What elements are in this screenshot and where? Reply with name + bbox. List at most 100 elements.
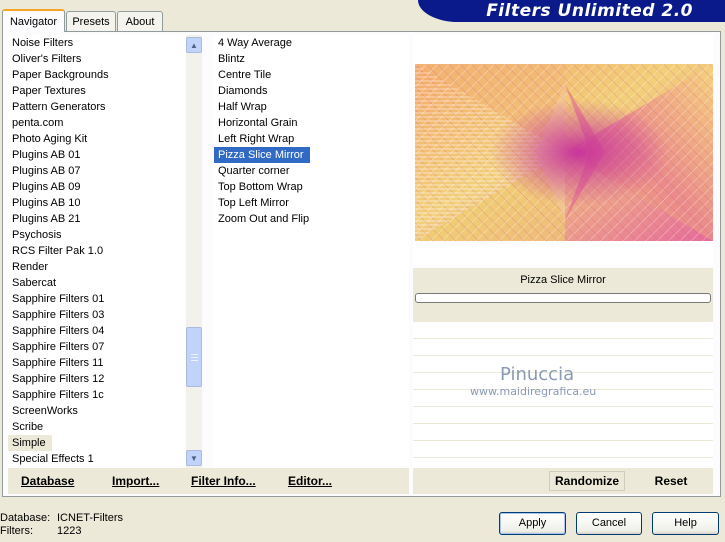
database-button[interactable]: Database	[21, 474, 74, 488]
list-row: Oliver's Filters	[8, 51, 186, 67]
list-item[interactable]: Special Effects 1	[8, 451, 186, 467]
filter-list[interactable]: 4 Way Average Blintz Centre Tile Diamonds Ha…	[214, 35, 409, 468]
status-database: Database: ICNET-Filters	[0, 512, 123, 525]
tab-navigator[interactable]: Navigator	[2, 9, 65, 32]
list-item[interactable]: Pizza Slice Mirror	[214, 147, 310, 163]
list-item[interactable]: Sapphire Filters 11	[8, 355, 186, 371]
list-item[interactable]: Sapphire Filters 04	[8, 323, 186, 339]
list-item[interactable]: Photo Aging Kit	[8, 131, 186, 147]
randomize-button[interactable]: Randomize	[549, 471, 625, 491]
list-item[interactable]: Plugins AB 01	[8, 147, 186, 163]
list-row: Pattern Generators	[8, 99, 186, 115]
preview-bottom-bar: Randomize Reset	[413, 468, 713, 494]
list-row: Top Left Mirror	[214, 195, 409, 211]
app-banner: Filters Unlimited 2.0	[418, 0, 725, 22]
list-item[interactable]: Quarter corner	[214, 163, 409, 179]
list-row: Sabercat	[8, 275, 186, 291]
list-item[interactable]: Horizontal Grain	[214, 115, 409, 131]
tab-presets[interactable]: Presets	[66, 11, 116, 31]
parameter-row	[413, 424, 713, 441]
list-item[interactable]: Top Bottom Wrap	[214, 179, 409, 195]
scroll-up-button[interactable]: ▲	[186, 37, 202, 53]
list-row: Horizontal Grain	[214, 115, 409, 131]
list-item[interactable]: ScreenWorks	[8, 403, 186, 419]
list-item[interactable]: Sapphire Filters 03	[8, 307, 186, 323]
list-item[interactable]: Sapphire Filters 07	[8, 339, 186, 355]
chevron-up-icon: ▲	[190, 40, 198, 50]
list-row: Special Effects 1	[8, 451, 186, 467]
list-item[interactable]: Noise Filters	[8, 35, 186, 51]
watermark-name: Pinuccia	[500, 364, 575, 385]
list-item[interactable]: Sapphire Filters 1c	[8, 387, 186, 403]
list-item[interactable]: penta.com	[8, 115, 186, 131]
parameter-row	[413, 339, 713, 356]
list-row: Photo Aging Kit	[8, 131, 186, 147]
list-item[interactable]: Plugins AB 10	[8, 195, 186, 211]
list-row: Render	[8, 259, 186, 275]
list-row: Sapphire Filters 1c	[8, 387, 186, 403]
list-row: Sapphire Filters 11	[8, 355, 186, 371]
category-list[interactable]: Noise Filters Oliver's Filters Paper Backg…	[8, 35, 186, 468]
tab-presets-label: Presets	[72, 15, 110, 28]
help-button[interactable]: Help	[652, 512, 719, 535]
list-item[interactable]: Simple	[8, 435, 52, 451]
preview-progress	[413, 292, 713, 304]
list-item[interactable]: Plugins AB 07	[8, 163, 186, 179]
list-item[interactable]: Blintz	[214, 51, 409, 67]
list-item[interactable]: Psychosis	[8, 227, 186, 243]
list-row: Quarter corner	[214, 163, 409, 179]
list-item[interactable]: Oliver's Filters	[8, 51, 186, 67]
scroll-thumb[interactable]	[186, 327, 202, 387]
list-row: Zoom Out and Flip	[214, 211, 409, 227]
status-filters-value: 1223	[57, 525, 82, 537]
editor-button-label: Editor...	[288, 474, 333, 488]
apply-button-label: Apply	[518, 517, 547, 529]
filter-name-label: Pizza Slice Mirror	[413, 268, 713, 292]
tab-about[interactable]: About	[117, 11, 163, 31]
navigator-bottom-bar: Database Import... Filter Info... Editor…	[8, 468, 409, 494]
status-database-value: ICNET-Filters	[57, 512, 123, 524]
filter-info-button[interactable]: Filter Info...	[191, 474, 256, 488]
scroll-down-button[interactable]: ▼	[186, 450, 202, 466]
list-row: Plugins AB 10	[8, 195, 186, 211]
list-item[interactable]: Sabercat	[8, 275, 186, 291]
list-row: Sapphire Filters 12	[8, 371, 186, 387]
list-item[interactable]: Sapphire Filters 01	[8, 291, 186, 307]
list-item[interactable]: Sapphire Filters 12	[8, 371, 186, 387]
grip-line	[191, 360, 198, 361]
help-button-label: Help	[674, 517, 697, 529]
list-item[interactable]: Top Left Mirror	[214, 195, 409, 211]
apply-button[interactable]: Apply	[499, 512, 566, 535]
list-row: penta.com	[8, 115, 186, 131]
list-item[interactable]: Paper Backgrounds	[8, 67, 186, 83]
list-item[interactable]: Pattern Generators	[8, 99, 186, 115]
list-item[interactable]: Render	[8, 259, 186, 275]
status-filters-key: Filters:	[0, 525, 33, 537]
list-item[interactable]: 4 Way Average	[214, 35, 409, 51]
list-row: Blintz	[214, 51, 409, 67]
app-title: Filters Unlimited 2.0	[486, 1, 693, 21]
list-item[interactable]: Left Right Wrap	[214, 131, 409, 147]
list-item[interactable]: Centre Tile	[214, 67, 409, 83]
status-area: Database: ICNET-Filters Filters: 1223	[0, 512, 123, 538]
list-item[interactable]: Zoom Out and Flip	[214, 211, 409, 227]
category-scrollbar[interactable]: ▲ ▼	[186, 35, 202, 468]
list-item[interactable]: Paper Textures	[8, 83, 186, 99]
list-item[interactable]: Plugins AB 21	[8, 211, 186, 227]
import-button-label: Import...	[112, 474, 160, 488]
list-item[interactable]: Diamonds	[214, 83, 409, 99]
editor-button[interactable]: Editor...	[288, 474, 332, 488]
list-row: Sapphire Filters 01	[8, 291, 186, 307]
list-row: Noise Filters	[8, 35, 186, 51]
list-item[interactable]: Plugins AB 09	[8, 179, 186, 195]
parameter-row	[413, 322, 713, 339]
import-button[interactable]: Import...	[112, 474, 159, 488]
list-item[interactable]: Scribe	[8, 419, 186, 435]
parameter-row	[413, 441, 713, 458]
reset-button[interactable]: Reset	[635, 471, 707, 491]
list-row: Sapphire Filters 04	[8, 323, 186, 339]
list-item[interactable]: Half Wrap	[214, 99, 409, 115]
filter-info-button-label: Filter Info...	[191, 474, 256, 488]
list-item[interactable]: RCS Filter Pak 1.0	[8, 243, 186, 259]
cancel-button[interactable]: Cancel	[576, 512, 642, 535]
